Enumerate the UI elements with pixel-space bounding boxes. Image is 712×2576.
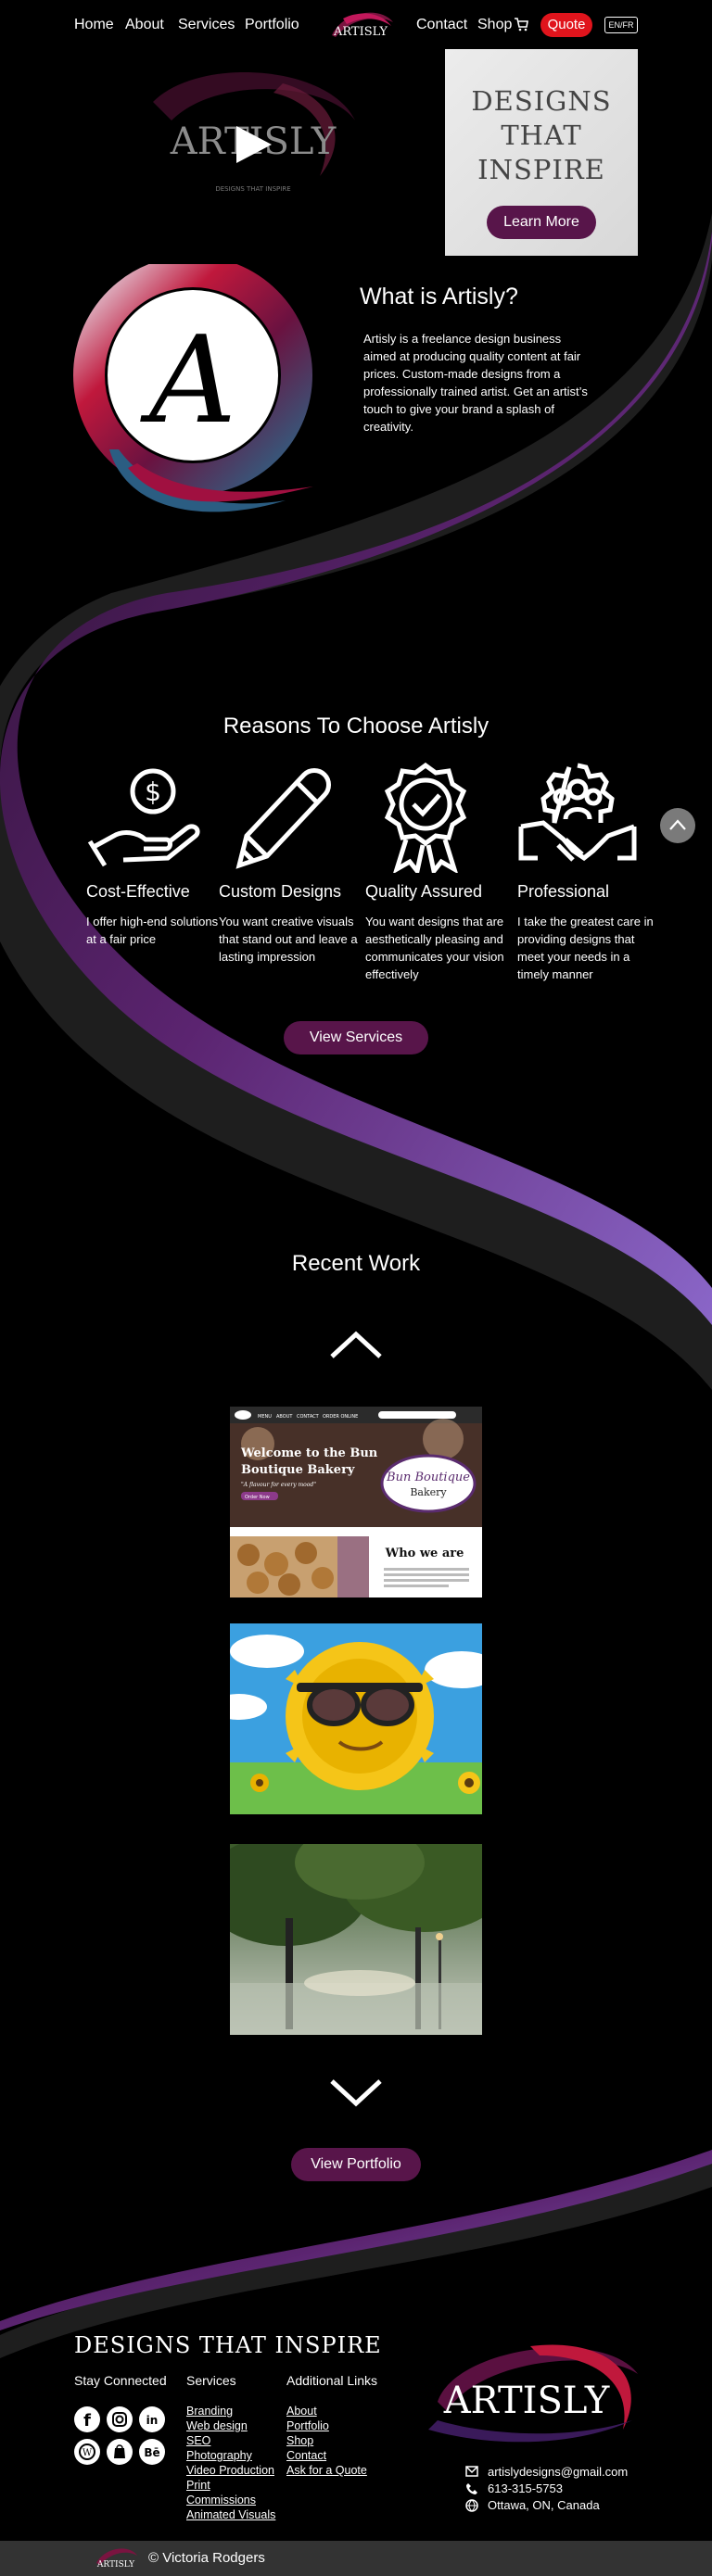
wordpress-icon[interactable]: W (74, 2439, 100, 2465)
svg-text:A: A (140, 309, 236, 450)
recent-work-title: Recent Work (291, 1251, 421, 1276)
linkedin-icon[interactable]: in (139, 2406, 165, 2432)
scroll-to-top-button[interactable] (660, 808, 695, 843)
nav-home[interactable]: Home (74, 17, 114, 33)
nav-logo[interactable]: ARTISLY (324, 7, 397, 44)
footer-link[interactable]: Animated Visuals (186, 2507, 275, 2522)
facebook-icon[interactable]: f (74, 2406, 100, 2432)
view-portfolio-button[interactable]: View Portfolio (291, 2148, 421, 2181)
award-badge-icon (384, 762, 467, 873)
svg-text:ARTISLY: ARTISLY (96, 2560, 135, 2570)
nav-contact[interactable]: Contact (416, 17, 467, 33)
svg-text:ABOUT: ABOUT (276, 1414, 293, 1420)
hero-video[interactable]: ARTISLY DESIGNS THAT INSPIRE (144, 65, 357, 199)
hero-video-tagline: DESIGNS THAT INSPIRE (215, 185, 290, 193)
envelope-icon (465, 2466, 478, 2477)
copyright-text: © Victoria Rodgers (148, 2550, 265, 2566)
svg-text:W: W (83, 2448, 93, 2458)
svg-text:Bakery: Bakery (410, 1486, 447, 1498)
portfolio-item-bakery[interactable]: MENU ABOUT CONTACT ORDER ONLINE Welcome … (230, 1407, 482, 1597)
nav-about[interactable]: About (125, 17, 164, 33)
nav-logo-text: ARTISLY (333, 25, 388, 39)
svg-text:"A flavour for every mood": "A flavour for every mood" (241, 1482, 316, 1488)
hero-card-title: DESIGNS THAT INSPIRE (471, 85, 612, 185)
phone-icon (466, 2483, 477, 2494)
footer-link[interactable]: Photography (186, 2448, 275, 2463)
footer-link[interactable]: Ask for a Quote (286, 2463, 367, 2478)
svg-text:in: in (146, 2414, 159, 2427)
footer-link[interactable]: Web design (186, 2418, 275, 2433)
bakery-website-thumbnail: MENU ABOUT CONTACT ORDER ONLINE Welcome … (230, 1407, 482, 1597)
footer-link[interactable]: Shop (286, 2433, 367, 2448)
svg-text:ORDER ONLINE: ORDER ONLINE (323, 1414, 358, 1420)
instagram-icon[interactable] (107, 2406, 133, 2432)
footer-link[interactable]: About (286, 2404, 367, 2418)
footer-link[interactable]: Video Production (186, 2463, 275, 2478)
additional-links: About Portfolio Shop Contact Ask for a Q… (286, 2404, 367, 2478)
portfolio-item-sunflower[interactable] (230, 1623, 482, 1814)
svg-text:Who we are: Who we are (385, 1547, 464, 1560)
sunflower-illustration-thumbnail (230, 1623, 482, 1814)
footer-link[interactable]: Commissions (186, 2493, 275, 2507)
copyright-bar: ARTISLY © Victoria Rodgers (0, 2541, 712, 2576)
quote-button[interactable]: Quote (540, 13, 592, 37)
svg-text:Bē: Bē (144, 2446, 159, 2459)
nav-portfolio[interactable]: Portfolio (245, 17, 299, 33)
money-hand-icon: $ (87, 768, 200, 867)
svg-text:Welcome to the Bun: Welcome to the Bun (240, 1446, 378, 1460)
footer-link[interactable]: Branding (186, 2404, 275, 2418)
stay-connected-heading: Stay Connected (74, 2373, 167, 2388)
reason-professional: Professional I take the greatest care in… (517, 762, 656, 983)
mini-logo: ARTISLY (96, 2548, 137, 2570)
top-nav: Home About Services Portfolio ARTISLY Co… (0, 12, 712, 41)
language-toggle[interactable]: EN/FR (604, 17, 638, 33)
portfolio-item-park-photo[interactable] (230, 1844, 482, 2035)
services-links: Branding Web design SEO Photography Vide… (186, 2404, 275, 2522)
cart-icon[interactable] (514, 17, 528, 32)
handshake-team-icon (518, 763, 637, 862)
reason-cost-effective: $ Cost-Effective I offer high-end soluti… (86, 762, 225, 948)
services-heading: Services (186, 2373, 236, 2388)
hero-card: DESIGNS THAT INSPIRE Learn More (445, 49, 638, 256)
svg-text:CONTACT: CONTACT (297, 1414, 320, 1420)
svg-text:Boutique Bakery: Boutique Bakery (241, 1463, 355, 1477)
footer-logo-text: ARTISLY (443, 2380, 610, 2422)
pencil-icon (235, 768, 331, 869)
svg-text:f: f (83, 2411, 91, 2431)
reasons-title: Reasons To Choose Artisly (222, 713, 490, 739)
svg-text:$: $ (145, 777, 161, 807)
about-title: What is Artisly? (360, 284, 518, 309)
globe-icon (465, 2499, 478, 2512)
chevron-up-icon (669, 819, 686, 830)
footer-tagline: DESIGNS THAT INSPIRE (74, 2332, 382, 2358)
shopify-icon[interactable] (107, 2439, 133, 2465)
footer-link[interactable]: Contact (286, 2448, 367, 2463)
behance-icon[interactable]: Bē (139, 2439, 165, 2465)
nav-services[interactable]: Services (178, 17, 235, 33)
footer-link[interactable]: Print (186, 2478, 275, 2493)
about-text: Artisly is a freelance design business a… (363, 332, 588, 434)
nav-shop[interactable]: Shop (477, 17, 512, 33)
reason-custom-designs: Custom Designs You want creative visuals… (219, 762, 358, 966)
svg-text:Bun Boutique: Bun Boutique (386, 1471, 470, 1484)
svg-text:MENU: MENU (258, 1414, 272, 1420)
chevron-down-icon[interactable] (328, 2077, 384, 2109)
additional-links-heading: Additional Links (286, 2373, 378, 2388)
svg-text:Order Now: Order Now (245, 1495, 270, 1500)
park-photograph-thumbnail (230, 1844, 482, 2035)
footer-logo: ARTISLY (428, 2344, 638, 2443)
footer-link[interactable]: Portfolio (286, 2418, 367, 2433)
learn-more-button[interactable]: Learn More (487, 206, 596, 239)
view-services-button[interactable]: View Services (284, 1021, 428, 1054)
artisly-brush-logo: A (73, 264, 313, 512)
reason-quality-assured: Quality Assured You want designs that ar… (365, 762, 504, 983)
footer-link[interactable]: SEO (186, 2433, 275, 2448)
chevron-up-icon[interactable] (328, 1329, 384, 1360)
